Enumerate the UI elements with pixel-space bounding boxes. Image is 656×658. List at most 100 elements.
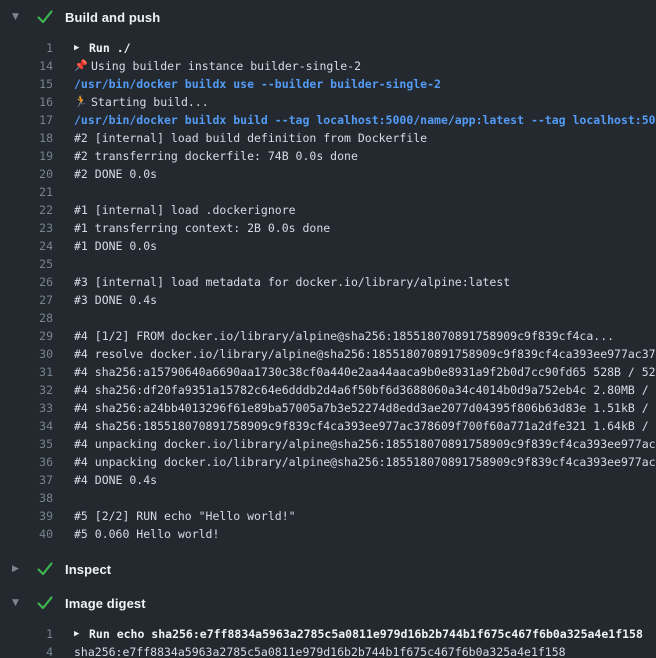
log-line-body: #1 [internal] load .dockerignore [74, 201, 296, 219]
line-number[interactable]: 16 [0, 93, 53, 111]
log-line: 20#2 DONE 0.0s [0, 165, 656, 183]
line-number[interactable]: 37 [0, 471, 53, 489]
line-number[interactable]: 4 [0, 643, 53, 658]
log-group-build-and-push: ▼ Build and push 1 ▶Run ./ 14 📌Using builde… [0, 0, 656, 552]
log-text: #4 [1/2] FROM docker.io/library/alpine@s… [74, 327, 614, 345]
line-number[interactable]: 29 [0, 327, 53, 345]
success-check-icon [37, 596, 53, 610]
log-line-body: /usr/bin/docker buildx use --builder bui… [74, 75, 441, 93]
log-text: #4 sha256:df20fa9351a15782c64e6dddb2d4a6… [74, 381, 656, 399]
log-text: #4 unpacking docker.io/library/alpine@sh… [74, 435, 656, 453]
log-text: #4 resolve docker.io/library/alpine@sha2… [74, 345, 656, 363]
line-number[interactable]: 35 [0, 435, 53, 453]
line-number[interactable]: 27 [0, 291, 53, 309]
line-number[interactable]: 17 [0, 111, 53, 129]
line-number[interactable]: 34 [0, 417, 53, 435]
log-group-header-inspect[interactable]: ▶ Inspect [0, 552, 656, 586]
log-line: 35 #4 unpacking docker.io/library/alpine@… [0, 435, 656, 453]
log-text: #1 transferring context: 2B 0.0s done [74, 219, 330, 237]
line-number[interactable]: 24 [0, 237, 53, 255]
log-group-header-build-and-push[interactable]: ▼ Build and push [0, 0, 656, 34]
log-line: 15/usr/bin/docker buildx use --builder b… [0, 75, 656, 93]
log-line-body: #5 [2/2] RUN echo "Hello world!" [74, 507, 296, 525]
line-number[interactable]: 20 [0, 165, 53, 183]
pushpin-icon: 📌 [74, 57, 91, 75]
line-number[interactable]: 14 [0, 57, 53, 75]
log-line: 18 #2 [internal] load build definition fr… [0, 129, 656, 147]
log-line: 27 #3 DONE 0.4s [0, 291, 656, 309]
log-line-body: #1 transferring context: 2B 0.0s done [74, 219, 330, 237]
chevron-right-icon: ▶ [12, 565, 26, 574]
log-line: 17/usr/bin/docker buildx build --tag loc… [0, 111, 656, 129]
log-text: Using builder instance builder-single-2 [91, 57, 361, 75]
line-number[interactable]: 22 [0, 201, 53, 219]
log-line-body: #4 sha256:df20fa9351a15782c64e6dddb2d4a6… [74, 381, 656, 399]
log-line: 37 #4 DONE 0.4s [0, 471, 656, 489]
line-number[interactable]: 32 [0, 381, 53, 399]
log-line: 16 🏃Starting build... [0, 93, 656, 111]
log-text: #1 DONE 0.0s [74, 237, 157, 255]
line-number[interactable]: 28 [0, 309, 53, 327]
line-number[interactable]: 23 [0, 219, 53, 237]
chevron-down-icon: ▼ [12, 13, 26, 22]
log-line: 22 #1 [internal] load .dockerignore [0, 201, 656, 219]
log-line-body: #4 DONE 0.4s [74, 471, 157, 489]
line-number[interactable]: 15 [0, 75, 53, 93]
runner-icon: 🏃 [74, 93, 91, 111]
log-text: #1 [internal] load .dockerignore [74, 201, 296, 219]
log-line-body: #4 unpacking docker.io/library/alpine@sh… [74, 453, 656, 471]
log-line: 29 #4 [1/2] FROM docker.io/library/alpine… [0, 327, 656, 345]
log-line-body: #1 DONE 0.0s [74, 237, 157, 255]
line-number[interactable]: 1 [0, 39, 53, 57]
log-group-header-image-digest[interactable]: ▼ Image digest [0, 586, 656, 620]
log-line-body: #4 unpacking docker.io/library/alpine@sh… [74, 435, 656, 453]
line-number[interactable]: 18 [0, 129, 53, 147]
log-line: 19#2 transferring dockerfile: 74B 0.0s d… [0, 147, 656, 165]
log-line: 28 [0, 309, 656, 327]
line-number[interactable]: 38 [0, 489, 53, 507]
line-number[interactable]: 30 [0, 345, 53, 363]
log-lines: 1 ▶Run ./ 14 📌Using builder instance builde… [0, 34, 656, 552]
line-number[interactable]: 19 [0, 147, 53, 165]
log-text: #2 [internal] load build definition from… [74, 129, 427, 147]
log-line-body: #3 [internal] load metadata for docker.i… [74, 273, 510, 291]
log-line: 24 #1 DONE 0.0s [0, 237, 656, 255]
log-text: /usr/bin/docker buildx use --builder bui… [74, 75, 441, 93]
log-line: 26 #3 [internal] load metadata for docker… [0, 273, 656, 291]
log-line-body: 📌Using builder instance builder-single-2 [74, 57, 361, 75]
log-line: 38 [0, 489, 656, 507]
play-icon: ▶ [74, 39, 89, 57]
log-text: #4 DONE 0.4s [74, 471, 157, 489]
line-number[interactable]: 40 [0, 525, 53, 543]
log-line: 30 #4 resolve docker.io/library/alpine@sh… [0, 345, 656, 363]
log-line-body: #4 resolve docker.io/library/alpine@sha2… [74, 345, 656, 363]
log-lines: 1 ▶Run echo sha256:e7ff8834a5963a2785c5a0… [0, 620, 656, 658]
log-text: #4 sha256:a24bb4013296f61e89ba57005a7b3e… [74, 399, 656, 417]
log-line: 4sha256:e7ff8834a5963a2785c5a0811e979d16… [0, 643, 656, 658]
line-number[interactable]: 31 [0, 363, 53, 381]
line-number[interactable]: 26 [0, 273, 53, 291]
line-number[interactable]: 21 [0, 183, 53, 201]
log-text: #5 0.060 Hello world! [74, 525, 219, 543]
log-text: #4 sha256:a15790640a6690aa1730c38cf0a440… [74, 363, 656, 381]
log-text: Run ./ [89, 39, 131, 57]
log-line-body: #2 [internal] load build definition from… [74, 129, 427, 147]
log-text: /usr/bin/docker buildx build --tag local… [74, 111, 656, 129]
log-line-body: /usr/bin/docker buildx build --tag local… [74, 111, 656, 129]
line-number[interactable]: 1 [0, 625, 53, 643]
line-number[interactable]: 25 [0, 255, 53, 273]
line-number[interactable]: 33 [0, 399, 53, 417]
line-number[interactable]: 39 [0, 507, 53, 525]
log-line: 23 #1 transferring context: 2B 0.0s done [0, 219, 656, 237]
log-line: 1 ▶Run ./ [0, 39, 656, 57]
log-text: #3 [internal] load metadata for docker.i… [74, 273, 510, 291]
log-line-body: 🏃Starting build... [74, 93, 209, 111]
log-line: 32 #4 sha256:df20fa9351a15782c64e6dddb2d4… [0, 381, 656, 399]
log-line: 33 #4 sha256:a24bb4013296f61e89ba57005a7b… [0, 399, 656, 417]
log-line-body: #5 0.060 Hello world! [74, 525, 219, 543]
log-group-inspect: ▶ Inspect [0, 552, 656, 586]
log-line-body: #3 DONE 0.4s [74, 291, 157, 309]
success-check-icon [37, 10, 53, 24]
log-line-body: ▶Run echo sha256:e7ff8834a5963a2785c5a08… [74, 625, 643, 643]
line-number[interactable]: 36 [0, 453, 53, 471]
